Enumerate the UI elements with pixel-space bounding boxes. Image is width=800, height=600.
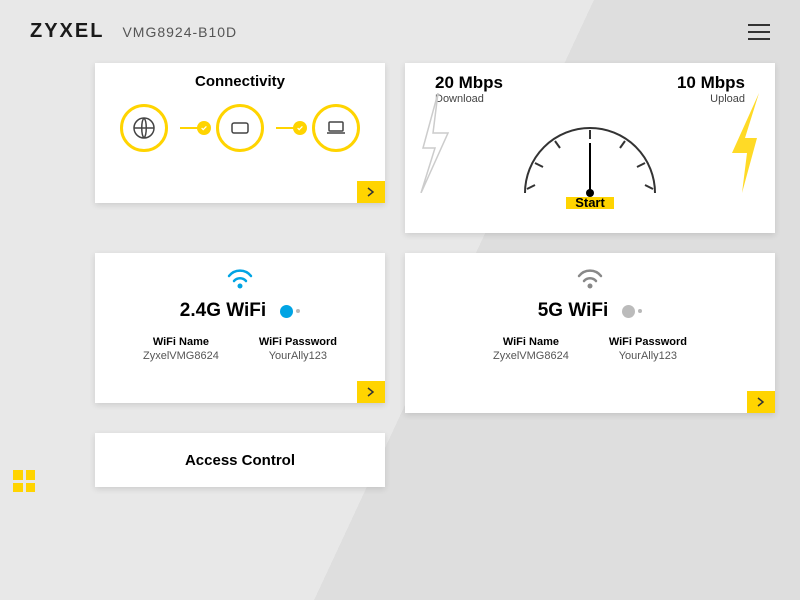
wifi-24-title: 2.4G WiFi <box>180 300 266 322</box>
wifi-5-title: 5G WiFi <box>538 300 609 322</box>
wifi-5-name-block: WiFi Name ZyxelVMG8624 <box>493 336 569 362</box>
wifi-24-toggle[interactable] <box>280 305 300 318</box>
connectivity-card: Connectivity <box>95 63 385 203</box>
connection-line <box>180 127 204 129</box>
wifi-5-pwd-block: WiFi Password YourAlly123 <box>609 336 687 362</box>
router-icon <box>216 104 264 152</box>
access-control-title: Access Control <box>185 452 295 469</box>
wifi-5-card: 5G WiFi WiFi Name ZyxelVMG8624 WiFi Pass… <box>405 253 775 413</box>
wifi-icon <box>95 267 385 294</box>
wifi-name-label: WiFi Name <box>143 336 219 348</box>
model-name: VMG8924-B10D <box>122 24 237 40</box>
globe-icon <box>120 104 168 152</box>
connectivity-title: Connectivity <box>95 63 385 98</box>
speed-card: 20 Mbps Download 10 Mbps Upload <box>405 63 775 233</box>
wifi-password-label: WiFi Password <box>259 336 337 348</box>
wifi-24-pwd-block: WiFi Password YourAlly123 <box>259 336 337 362</box>
access-control-card[interactable]: Access Control <box>95 433 385 487</box>
connectivity-diagram <box>95 104 385 152</box>
wifi-5-password-value: YourAlly123 <box>609 350 687 362</box>
hamburger-menu-icon[interactable] <box>748 24 770 40</box>
brand-logo: ZYXEL <box>30 20 104 43</box>
connection-line <box>276 127 300 129</box>
wifi-24-card: 2.4G WiFi WiFi Name ZyxelVMG8624 WiFi Pa… <box>95 253 385 403</box>
wifi-password-label: WiFi Password <box>609 336 687 348</box>
connectivity-expand-button[interactable] <box>357 181 385 203</box>
wifi-5-expand-button[interactable] <box>747 391 775 413</box>
wifi-24-password-value: YourAlly123 <box>259 350 337 362</box>
wifi-5-toggle[interactable] <box>622 305 642 318</box>
upload-value: 10 Mbps <box>677 73 745 93</box>
download-value: 20 Mbps <box>435 73 503 93</box>
speed-gauge <box>405 105 775 197</box>
status-ok-icon <box>293 121 307 135</box>
dashboard-tiles-icon[interactable] <box>13 470 35 492</box>
laptop-icon <box>312 104 360 152</box>
wifi-icon <box>405 267 775 294</box>
wifi-24-name-value: ZyxelVMG8624 <box>143 350 219 362</box>
wifi-name-label: WiFi Name <box>493 336 569 348</box>
header: ZYXEL VMG8924-B10D <box>0 0 800 53</box>
wifi-24-name-block: WiFi Name ZyxelVMG8624 <box>143 336 219 362</box>
speed-start-button[interactable]: Start <box>575 195 605 210</box>
wifi-24-expand-button[interactable] <box>357 381 385 403</box>
wifi-5-name-value: ZyxelVMG8624 <box>493 350 569 362</box>
status-ok-icon <box>197 121 211 135</box>
